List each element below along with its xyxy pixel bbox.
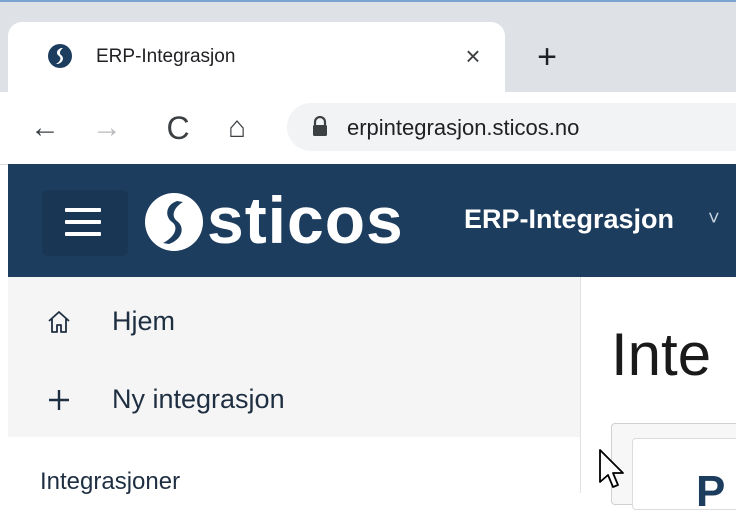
browser-tab[interactable]	[8, 22, 505, 92]
new-tab-button[interactable]: +	[530, 40, 564, 74]
chevron-down-icon[interactable]: ˅	[708, 208, 720, 231]
address-url[interactable]: erpintegrasjon.sticos.no	[347, 115, 579, 141]
lock-icon[interactable]	[311, 116, 329, 138]
hamburger-icon[interactable]	[65, 208, 101, 236]
page-title: Inte	[611, 321, 712, 388]
sidebar-item-hjem[interactable]: Hjem	[112, 306, 175, 337]
home-icon	[48, 311, 70, 333]
sidebar-item-ny-integrasjon[interactable]: Ny integrasjon	[112, 384, 285, 415]
product-switcher[interactable]: ERP-Integrasjon	[464, 204, 674, 235]
sticos-favicon-icon	[48, 44, 72, 68]
back-button[interactable]: ←	[27, 110, 63, 146]
mouse-cursor-icon	[599, 449, 624, 488]
plus-icon	[49, 390, 69, 410]
window-border	[0, 0, 736, 2]
sticos-logo-icon	[145, 193, 203, 251]
reload-button[interactable]: C	[160, 110, 196, 146]
section-heading: Integrasjoner	[40, 468, 181, 495]
tab-close-icon[interactable]: ×	[459, 42, 487, 70]
brand-logo-text: sticos	[207, 183, 404, 257]
card-heading: P	[696, 467, 726, 516]
forward-button[interactable]: →	[89, 110, 125, 146]
tab-title: ERP-Integrasjon	[96, 46, 236, 67]
home-button[interactable]: ⌂	[219, 110, 255, 146]
